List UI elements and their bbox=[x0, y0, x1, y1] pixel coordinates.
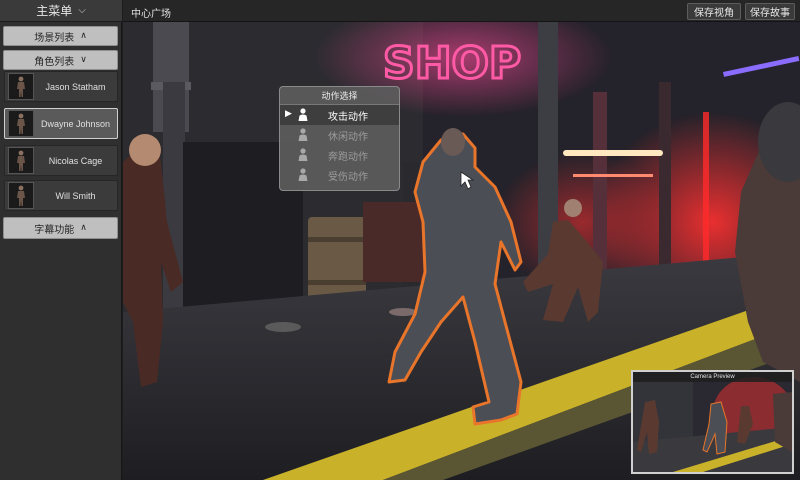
chevron-up-icon: ∧ bbox=[80, 31, 87, 41]
main-menu-label: 主菜单 bbox=[36, 4, 73, 18]
save-story-button[interactable]: 保存故事 bbox=[745, 3, 795, 20]
chevron-down-icon: ⌵ bbox=[78, 5, 86, 16]
character-list-label: 角色列表 bbox=[34, 56, 75, 68]
save-view-button[interactable]: 保存视角 bbox=[687, 3, 741, 20]
scene-list-label: 场景列表 bbox=[34, 32, 75, 44]
action-label: 奔跑动作 bbox=[328, 151, 368, 163]
action-select-menu: 动作选择 ▶ 攻击动作 休闲动作 奔跑动作 受伤动作 bbox=[279, 86, 400, 191]
scene-list-button[interactable]: 场景列表 ∧ bbox=[3, 26, 118, 46]
character-name: Will Smith bbox=[55, 190, 96, 201]
action-menu-title: 动作选择 bbox=[280, 87, 399, 105]
camera-preview-render bbox=[633, 372, 792, 472]
action-label: 攻击动作 bbox=[328, 111, 368, 123]
character-item-dwayne-johnson[interactable]: Dwayne Johnson bbox=[4, 108, 118, 139]
subtitle-function-button[interactable]: 字幕功能 ∧ bbox=[3, 217, 118, 239]
top-bar: 中心广场 保存视角 保存故事 bbox=[123, 0, 800, 22]
character-name: Jason Statham bbox=[45, 81, 106, 92]
action-label: 休闲动作 bbox=[328, 131, 368, 143]
camera-preview-label: Camera Preview bbox=[633, 372, 792, 382]
character-name: Dwayne Johnson bbox=[40, 118, 111, 129]
character-item-will-smith[interactable]: Will Smith bbox=[4, 180, 118, 211]
play-arrow-icon: ▶ bbox=[285, 109, 292, 119]
character-silhouette-icon bbox=[8, 182, 34, 209]
subtitle-function-label: 字幕功能 bbox=[34, 224, 75, 236]
camera-preview[interactable]: Camera Preview bbox=[631, 370, 794, 474]
pawn-icon bbox=[298, 108, 308, 121]
character-silhouette-icon bbox=[8, 110, 34, 137]
character-silhouette-icon bbox=[8, 147, 34, 174]
character-silhouette-icon bbox=[8, 73, 34, 100]
scene-name: 中心广场 bbox=[131, 9, 171, 20]
character-item-nicolas-cage[interactable]: Nicolas Cage bbox=[4, 145, 118, 176]
left-panel: 主菜单 ⌵ 场景列表 ∧ 角色列表 ∨ Jason Statham Dwayne… bbox=[0, 0, 122, 480]
action-item-idle[interactable]: 休闲动作 bbox=[280, 125, 399, 145]
chevron-up-icon: ∧ bbox=[80, 223, 87, 233]
action-item-attack[interactable]: ▶ 攻击动作 bbox=[280, 105, 399, 125]
action-item-hurt[interactable]: 受伤动作 bbox=[280, 165, 399, 185]
action-label: 受伤动作 bbox=[328, 171, 368, 183]
character-item-jason-statham[interactable]: Jason Statham bbox=[4, 71, 118, 102]
character-list-button[interactable]: 角色列表 ∨ bbox=[3, 50, 118, 70]
neon-sign: SHOP bbox=[383, 38, 521, 89]
pawn-icon bbox=[298, 148, 308, 161]
character-name: Nicolas Cage bbox=[48, 155, 103, 166]
pawn-icon bbox=[298, 168, 308, 181]
main-menu-header[interactable]: 主菜单 ⌵ bbox=[0, 0, 122, 22]
action-item-run[interactable]: 奔跑动作 bbox=[280, 145, 399, 165]
chevron-down-icon: ∨ bbox=[80, 55, 87, 65]
pawn-icon bbox=[298, 128, 308, 141]
